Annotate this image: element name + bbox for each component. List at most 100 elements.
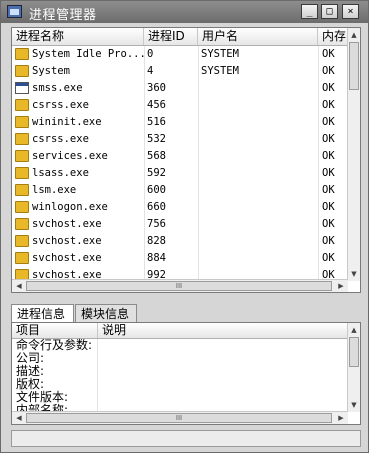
folder-icon (15, 167, 29, 179)
process-list[interactable]: 进程名称 进程ID 用户名 内存 System Idle Pro... 0 SYST… (11, 27, 361, 293)
memory-cell: OK (322, 184, 335, 196)
memory-cell: OK (322, 218, 335, 230)
process-rows: System Idle Pro... 0 SYSTEM OK System 4 SYSTEM… (12, 46, 348, 284)
app-icon (7, 5, 22, 18)
folder-icon (15, 218, 29, 230)
process-name-cell: System (32, 65, 70, 77)
memory-cell: OK (322, 201, 335, 213)
process-name-cell: csrss.exe (32, 133, 89, 145)
table-row[interactable]: svchost.exe 756 OK (12, 216, 348, 233)
table-row[interactable]: services.exe 568 OK (12, 148, 348, 165)
process-name-cell: winlogon.exe (32, 201, 108, 213)
table-row[interactable]: System 4 SYSTEM OK (12, 63, 348, 80)
process-id-cell: 568 (147, 150, 166, 162)
table-row[interactable]: csrss.exe 532 OK (12, 131, 348, 148)
column-divider (97, 339, 98, 413)
title-bar[interactable]: 进程管理器 _ □ × (1, 1, 368, 23)
memory-cell: OK (322, 65, 335, 77)
table-row[interactable]: System Idle Pro... 0 SYSTEM OK (12, 46, 348, 63)
memory-cell: OK (322, 133, 335, 145)
folder-icon (15, 235, 29, 247)
minimize-button[interactable]: _ (301, 4, 318, 19)
process-manager-window: 进程管理器 _ □ × 进程名称 进程ID 用户名 内存 System Idle… (0, 0, 369, 453)
process-name-cell: csrss.exe (32, 99, 89, 111)
column-header-item[interactable]: 项目 (12, 323, 98, 338)
folder-icon (15, 116, 29, 128)
column-header-pid[interactable]: 进程ID (144, 28, 198, 45)
scroll-left-arrow-icon[interactable]: ◀ (13, 412, 25, 424)
process-id-cell: 360 (147, 82, 166, 94)
info-list-vertical-scrollbar[interactable]: ▲ ▼ (347, 323, 360, 412)
process-id-cell: 456 (147, 99, 166, 111)
process-id-cell: 592 (147, 167, 166, 179)
column-header-memory[interactable]: 内存 (318, 28, 350, 45)
exe-icon (15, 82, 29, 94)
user-name-cell: SYSTEM (201, 48, 239, 60)
scroll-down-arrow-icon[interactable]: ▼ (348, 268, 360, 280)
table-row[interactable]: lsass.exe 592 OK (12, 165, 348, 182)
scroll-down-arrow-icon[interactable]: ▼ (348, 399, 360, 411)
memory-cell: OK (322, 116, 335, 128)
scroll-thumb[interactable] (349, 337, 359, 367)
column-header-process-name[interactable]: 进程名称 (12, 28, 144, 45)
table-row[interactable]: lsm.exe 600 OK (12, 182, 348, 199)
window-title: 进程管理器 (29, 8, 97, 23)
scroll-right-arrow-icon[interactable]: ▶ (335, 280, 347, 292)
scroll-left-arrow-icon[interactable]: ◀ (13, 280, 25, 292)
process-name-cell: System Idle Pro... (32, 48, 144, 60)
status-bar (11, 430, 361, 447)
process-id-cell: 516 (147, 116, 166, 128)
process-id-cell: 4 (147, 65, 154, 77)
process-name-cell: svchost.exe (32, 235, 102, 247)
table-row[interactable]: csrss.exe 456 OK (12, 97, 348, 114)
process-id-cell: 0 (147, 48, 154, 60)
folder-icon (15, 184, 29, 196)
memory-cell: OK (322, 235, 335, 247)
info-list-horizontal-scrollbar[interactable]: ◀ III ▶ (12, 411, 348, 424)
folder-icon (15, 252, 29, 264)
table-row[interactable]: smss.exe 360 OK (12, 80, 348, 97)
scroll-thumb[interactable]: III (26, 413, 332, 423)
info-rows: 命令行及参数: 公司: 描述: 版权: 文件版本: 内部名称: (12, 339, 92, 417)
process-id-cell: 756 (147, 218, 166, 230)
tab-process-info[interactable]: 进程信息 (11, 304, 74, 323)
scroll-thumb[interactable]: III (26, 281, 332, 291)
process-info-list[interactable]: 项目 说明 命令行及参数: 公司: 描述: 版权: 文件版本: 内部名称: ▲ ▼ ◀ I… (11, 322, 361, 425)
process-name-cell: services.exe (32, 150, 108, 162)
process-list-horizontal-scrollbar[interactable]: ◀ III ▶ (12, 279, 348, 292)
maximize-button[interactable]: □ (321, 4, 338, 19)
process-id-cell: 884 (147, 252, 166, 264)
process-id-cell: 600 (147, 184, 166, 196)
table-row[interactable]: svchost.exe 828 OK (12, 233, 348, 250)
process-list-vertical-scrollbar[interactable]: ▲ ▼ (347, 28, 360, 281)
table-row[interactable]: svchost.exe 884 OK (12, 250, 348, 267)
memory-cell: OK (322, 99, 335, 111)
tab-module-info[interactable]: 模块信息 (75, 304, 137, 322)
process-id-cell: 828 (147, 235, 166, 247)
folder-icon (15, 48, 29, 60)
process-list-header: 进程名称 进程ID 用户名 内存 (12, 28, 348, 46)
folder-icon (15, 201, 29, 213)
memory-cell: OK (322, 48, 335, 60)
process-name-cell: lsm.exe (32, 184, 77, 196)
process-name-cell: smss.exe (32, 82, 83, 94)
column-header-description[interactable]: 说明 (98, 323, 348, 338)
process-name-cell: wininit.exe (32, 116, 102, 128)
process-id-cell: 532 (147, 133, 166, 145)
process-name-cell: svchost.exe (32, 252, 102, 264)
table-row[interactable]: winlogon.exe 660 OK (12, 199, 348, 216)
scroll-up-arrow-icon[interactable]: ▲ (348, 324, 360, 336)
info-list-header: 项目 说明 (12, 323, 348, 339)
folder-icon (15, 133, 29, 145)
memory-cell: OK (322, 82, 335, 94)
table-row[interactable]: wininit.exe 516 OK (12, 114, 348, 131)
folder-icon (15, 65, 29, 77)
folder-icon (15, 99, 29, 111)
scroll-right-arrow-icon[interactable]: ▶ (335, 412, 347, 424)
scroll-thumb[interactable] (349, 42, 359, 90)
column-header-user[interactable]: 用户名 (198, 28, 318, 45)
memory-cell: OK (322, 150, 335, 162)
scroll-up-arrow-icon[interactable]: ▲ (348, 29, 360, 41)
close-button[interactable]: × (342, 4, 359, 19)
process-name-cell: svchost.exe (32, 218, 102, 230)
